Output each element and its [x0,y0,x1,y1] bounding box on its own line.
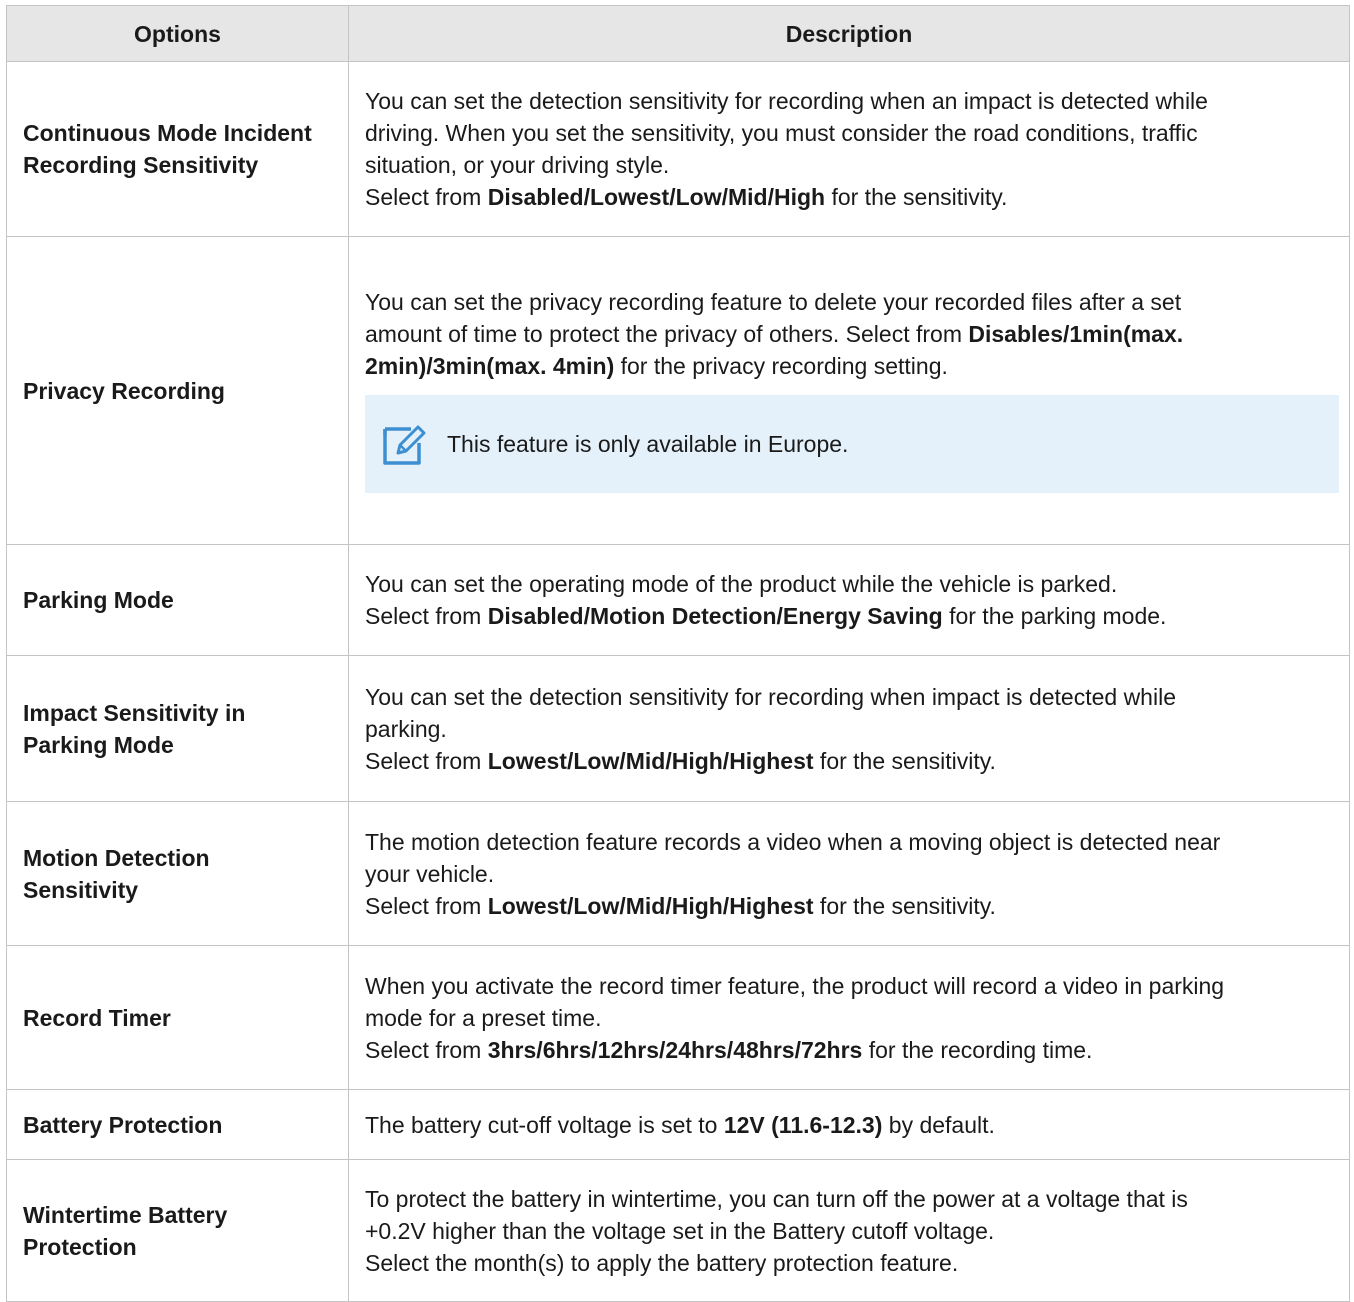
header-description: Description [348,5,1350,62]
option-description: When you activate the record timer featu… [348,945,1350,1090]
option-description: You can set the detection sensitivity fo… [348,655,1350,802]
table-row: Wintertime Battery Protection To protect… [6,1159,1350,1302]
option-name: Battery Protection [6,1089,349,1160]
select-post: by default. [882,1111,995,1138]
option-description: You can set the operating mode of the pr… [348,544,1350,656]
table-row: Record Timer When you activate the recor… [6,945,1350,1090]
option-line: Motion Detection [23,844,210,871]
select-pre: Select from [365,184,488,210]
select-values: 12V (11.6-12.3) [723,1111,883,1138]
desc-line: You can set the detection sensitivity fo… [365,88,1208,114]
select-values: 2min)/3min(max. 4min) [365,353,615,379]
option-line: Privacy Recording [23,377,225,404]
option-line: Continuous Mode Incident [23,120,312,146]
desc-line: your vehicle. [365,860,495,887]
select-pre: Select from [365,747,488,774]
options-table: Options Description Continuous Mode Inci… [6,5,1350,1302]
table-header-row: Options Description [6,5,1350,62]
table-row: Parking Mode You can set the operating m… [6,544,1350,656]
select-line: Select from Disabled/Motion Detection/En… [365,600,1339,632]
option-description: The motion detection feature records a v… [348,801,1350,946]
option-line: Record Timer [23,1004,171,1031]
option-line: Parking Mode [23,587,174,613]
select-post: for the sensitivity. [813,892,996,919]
select-pre: The battery cut-off voltage is set to [365,1111,724,1138]
option-line: Wintertime Battery [23,1201,228,1228]
desc-line: You can set the operating mode of the pr… [365,571,1118,597]
select-values: 3hrs/6hrs/12hrs/24hrs/48hrs/72hrs [487,1036,863,1063]
option-description: The battery cut-off voltage is set to 12… [348,1089,1350,1160]
select-pre: Select from [365,603,488,629]
desc-line: +0.2V higher than the voltage set in the… [365,1217,995,1244]
select-values: Disabled/Motion Detection/Energy Saving [487,603,943,629]
select-pre: Select from [365,1036,488,1063]
option-name: Record Timer [6,945,349,1090]
option-description: You can set the detection sensitivity fo… [348,61,1350,237]
table-row: Privacy Recording You can set the privac… [6,236,1350,545]
desc-line: You can set the detection sensitivity fo… [365,683,1176,710]
option-description: You can set the privacy recording featur… [348,236,1350,545]
option-name: Motion Detection Sensitivity [6,801,349,946]
option-name: Privacy Recording [6,236,349,545]
select-post: for the parking mode. [942,603,1167,629]
table-row: Impact Sensitivity in Parking Mode You c… [6,655,1350,802]
note-text: This feature is only available in Europe… [447,431,849,457]
desc-line: 2min)/3min(max. 4min) for the privacy re… [365,350,1339,382]
option-name: Wintertime Battery Protection [6,1159,349,1302]
select-values: Lowest/Low/Mid/High/Highest [487,892,814,919]
select-post: for the sensitivity. [825,184,1008,210]
select-line: The battery cut-off voltage is set to 12… [365,1109,1339,1141]
desc-line: parking. [365,715,447,742]
select-pre: Select from [365,892,488,919]
table-row: Motion Detection Sensitivity The motion … [6,801,1350,946]
select-line: Select from 3hrs/6hrs/12hrs/24hrs/48hrs/… [365,1034,1339,1066]
header-options: Options [6,5,349,62]
option-line: Sensitivity [23,876,139,903]
desc-line: amount of time to protect the privacy of… [365,318,1339,350]
option-name: Impact Sensitivity in Parking Mode [6,655,349,802]
option-name: Continuous Mode Incident Recording Sensi… [6,61,349,237]
option-line: Battery Protection [23,1111,223,1138]
table-row: Continuous Mode Incident Recording Sensi… [6,61,1350,237]
select-line: Select from Lowest/Low/Mid/High/Highest … [365,890,1339,922]
select-line: Select from Lowest/Low/Mid/High/Highest … [365,745,1339,777]
table-row: Battery Protection The battery cut-off v… [6,1089,1350,1160]
select-values: Disables/1min(max. [968,321,1184,347]
desc-line: Select the month(s) to apply the battery… [365,1249,959,1276]
select-post: for the sensitivity. [813,747,996,774]
select-values: Lowest/Low/Mid/High/Highest [487,747,814,774]
option-name: Parking Mode [6,544,349,656]
desc-fragment: amount of time to protect the privacy of… [365,321,969,347]
select-post: for the recording time. [862,1036,1093,1063]
option-line: Impact Sensitivity in [23,699,246,726]
select-values: Disabled/Lowest/Low/Mid/High [487,184,826,210]
option-description: To protect the battery in wintertime, yo… [348,1159,1350,1302]
desc-line: mode for a preset time. [365,1004,602,1031]
desc-fragment: for the privacy recording setting. [614,353,948,379]
option-line: Parking Mode [23,731,174,758]
note-pencil-icon [383,425,426,465]
desc-line: You can set the privacy recording featur… [365,289,1182,315]
desc-line: situation, or your driving style. [365,152,670,178]
option-line: Protection [23,1233,137,1260]
desc-line: driving. When you set the sensitivity, y… [365,120,1198,146]
desc-line: When you activate the record timer featu… [365,972,1225,999]
desc-line: The motion detection feature records a v… [365,828,1221,855]
option-line: Recording Sensitivity [23,152,259,178]
select-line: Select from Disabled/Lowest/Low/Mid/High… [365,181,1339,213]
note-box: This feature is only available in Europe… [365,395,1339,493]
desc-line: To protect the battery in wintertime, yo… [365,1185,1188,1212]
